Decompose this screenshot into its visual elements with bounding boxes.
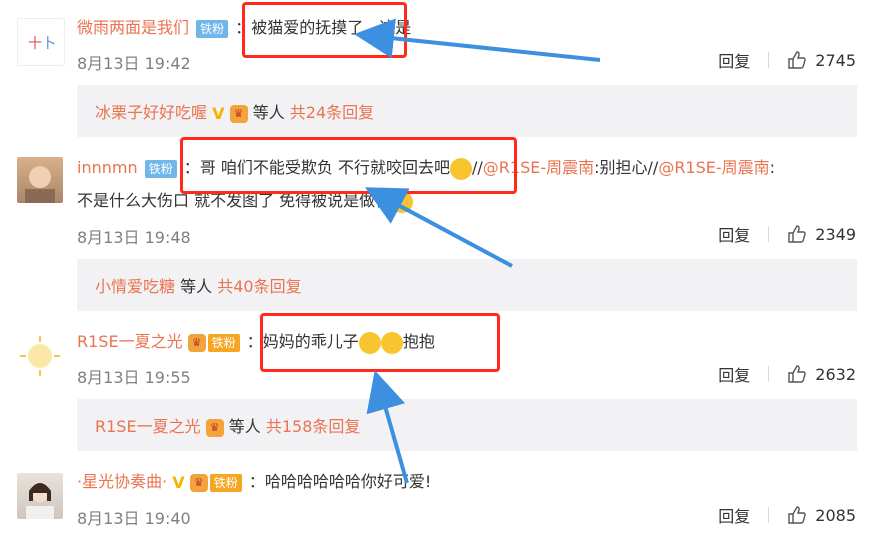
reply-username[interactable]: 冰栗子好好吃喔 (95, 103, 207, 122)
avatar[interactable] (17, 157, 63, 203)
reply-preview[interactable]: R1SE一夏之光 ♛ 等人 共158条回复 (77, 399, 857, 451)
avatar[interactable] (17, 473, 63, 519)
reply-button[interactable]: 回复 (718, 362, 750, 386)
reply-count[interactable]: 共158条回复 (266, 417, 361, 436)
svg-text:卜: 卜 (42, 36, 56, 52)
crown-icon: ♛ (187, 333, 206, 352)
username[interactable]: R1SE一夏之光 (77, 332, 183, 351)
fan-badge: 铁粉 (207, 333, 240, 352)
reply-middle: 等人 (252, 103, 285, 122)
mention-link[interactable]: @R1SE-周震南 (658, 158, 769, 177)
reply-username[interactable]: 小情爱吃糖 (95, 277, 175, 296)
reply-middle: 等人 (180, 277, 213, 296)
avatar[interactable]: 十 卜 (17, 18, 65, 66)
comment-text: 哈哈哈哈哈哈你好可爱! (264, 472, 432, 491)
like-count: 2632 (815, 364, 856, 384)
timestamp: 8月13日 19:48 (77, 228, 191, 247)
username[interactable]: innnmn (77, 158, 138, 177)
reply-button[interactable]: 回复 (718, 503, 750, 527)
like-icon[interactable] (787, 224, 807, 244)
crown-icon: ♛ (229, 104, 248, 123)
vip-icon: V (172, 472, 185, 492)
highlight-box (260, 313, 500, 372)
like-icon[interactable] (787, 505, 807, 525)
timestamp: 8月13日 19:55 (77, 368, 191, 387)
reply-button[interactable]: 回复 (718, 222, 750, 246)
reply-count[interactable]: 共24条回复 (290, 103, 374, 122)
highlight-box (180, 137, 517, 194)
like-icon[interactable] (787, 50, 807, 70)
reply-username[interactable]: R1SE一夏之光 (95, 417, 201, 436)
like-count: 2745 (815, 50, 856, 70)
like-count: 2349 (815, 224, 856, 244)
fan-badge: 铁粉 (209, 473, 242, 492)
avatar[interactable] (17, 333, 63, 379)
reply-middle: 等人 (228, 417, 261, 436)
username[interactable]: 微雨两面是我们 (77, 18, 189, 37)
like-count: 2085 (815, 505, 856, 525)
like-icon[interactable] (787, 364, 807, 384)
highlight-box (242, 2, 407, 58)
reply-button[interactable]: 回复 (718, 48, 750, 72)
svg-text:十: 十 (28, 36, 42, 52)
vip-icon: V (212, 104, 225, 123)
crown-icon: ♛ (189, 473, 208, 492)
fan-badge: 铁粉 (196, 19, 229, 38)
crown-icon: ♛ (205, 418, 224, 437)
reply-preview[interactable]: 小情爱吃糖 等人 共40条回复 (77, 259, 857, 311)
reply-preview[interactable]: 冰栗子好好吃喔 V ♛ 等人 共24条回复 (77, 85, 857, 137)
username[interactable]: ·星光协奏曲· (77, 472, 167, 491)
timestamp: 8月13日 19:42 (77, 54, 191, 73)
timestamp: 8月13日 19:40 (77, 509, 191, 528)
fan-badge: 铁粉 (144, 159, 177, 178)
reply-count[interactable]: 共40条回复 (217, 277, 301, 296)
